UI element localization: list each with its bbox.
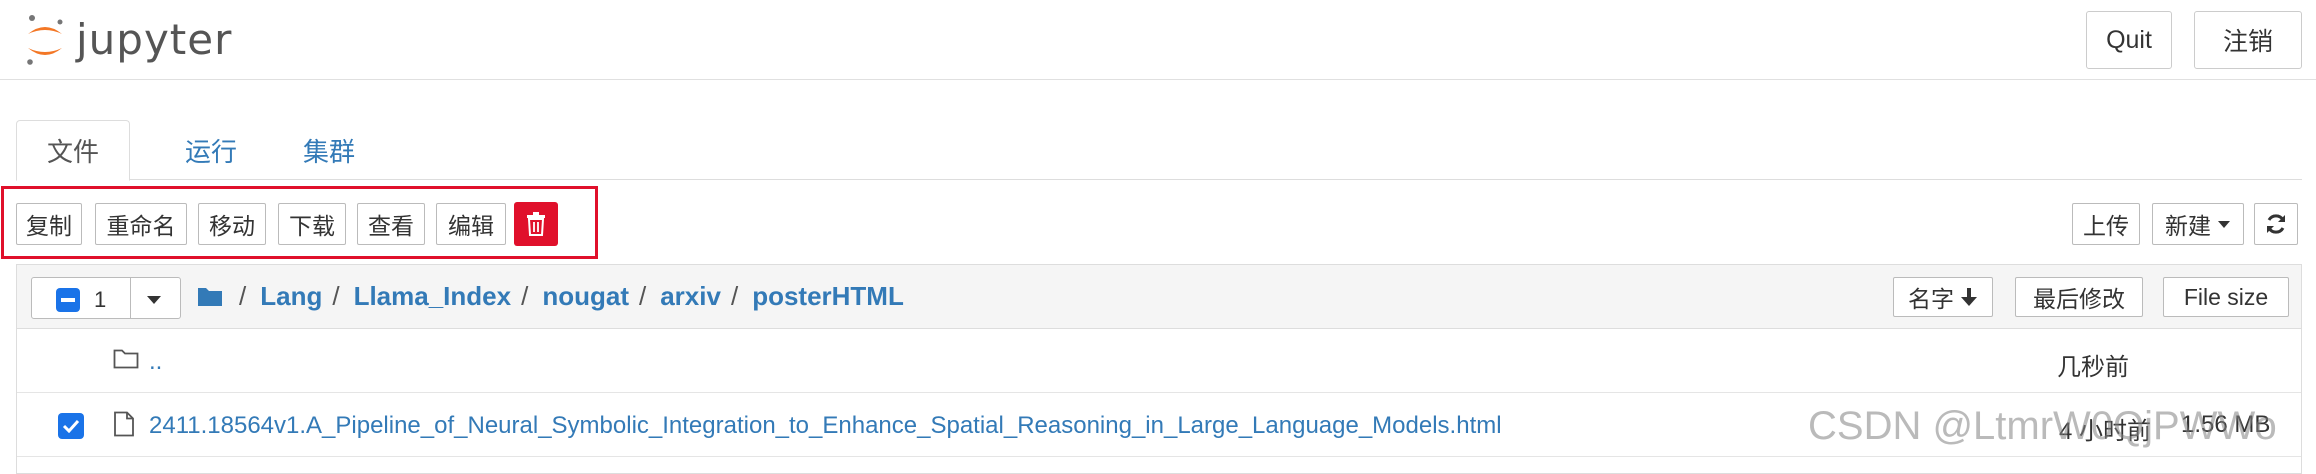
list-item[interactable]: 2411.18564v1.A_Pipeline_of_Neural_Symbol… [17,393,2301,457]
download-button[interactable]: 下载 [278,203,346,245]
rename-button[interactable]: 重命名 [95,203,187,245]
select-all-checkbox[interactable] [56,288,80,312]
edit-button[interactable]: 编辑 [436,203,506,245]
sort-by-name-button[interactable]: 名字 [1893,277,1993,317]
upload-button[interactable]: 上传 [2072,203,2140,245]
trash-icon [527,212,545,236]
sort-by-size-button[interactable]: File size [2163,277,2289,317]
tab-files[interactable]: 文件 [16,120,130,181]
breadcrumb-lang[interactable]: Lang [260,281,322,312]
breadcrumb-separator: / [638,280,647,311]
select-all-group[interactable]: 1 [31,277,181,319]
item-modified: 几秒前 [2057,354,2129,381]
file-icon [114,411,134,437]
tab-running[interactable]: 运行 [152,120,270,180]
folder-icon [113,349,139,369]
new-label: 新建 [2165,213,2211,239]
selected-count: 1 [94,287,107,312]
refresh-icon [2267,214,2285,234]
logo-text: jupyter [76,15,233,64]
row-checkbox[interactable] [58,413,84,439]
arrow-down-icon [1961,288,1977,306]
breadcrumb-nougat[interactable]: nougat [542,281,629,312]
caret-down-icon[interactable] [146,295,162,305]
folder-icon[interactable] [197,285,223,307]
breadcrumb-arxiv[interactable]: arxiv [660,281,721,312]
tab-clusters[interactable]: 集群 [270,120,388,180]
refresh-button[interactable] [2254,203,2298,245]
duplicate-button[interactable]: 复制 [16,203,82,245]
item-size: 1.56 MB [2181,411,2271,438]
jupyter-logo-icon [27,15,63,65]
sort-by-modified-button[interactable]: 最后修改 [2015,277,2143,317]
quit-button[interactable]: Quit [2086,11,2172,69]
breadcrumb-separator: / [730,280,739,311]
minus-icon [61,298,75,302]
breadcrumb-separator: / [521,280,529,311]
breadcrumb-llama-index[interactable]: Llama_Index [354,281,512,312]
top-header: jupyter Quit 注销 [0,0,2316,80]
jupyter-logo[interactable]: jupyter [22,10,232,70]
file-list-header: 1 / Lang / Llama_Index / nougat / arxiv … [17,265,2301,329]
breadcrumb-posterhtml[interactable]: posterHTML [752,281,904,312]
item-name-link[interactable]: .. [149,348,162,376]
logout-button[interactable]: 注销 [2194,11,2302,69]
item-modified: 4 小时前 [2059,418,2152,445]
sort-name-label: 名字 [1908,286,1954,312]
delete-button[interactable] [514,202,558,246]
new-dropdown-button[interactable]: 新建 [2152,203,2244,245]
tab-bar: 文件 运行 集群 [16,120,2302,181]
item-name-link[interactable]: 2411.18564v1.A_Pipeline_of_Neural_Symbol… [149,412,1502,440]
select-divider [130,278,131,318]
view-button[interactable]: 查看 [357,203,425,245]
list-item[interactable]: .. 几秒前 [17,329,2301,393]
caret-down-icon [2218,221,2230,228]
breadcrumb-separator: / [239,280,247,311]
move-button[interactable]: 移动 [198,203,266,245]
checkmark-icon [62,419,80,433]
breadcrumb: / Lang / Llama_Index / nougat / arxiv / … [197,275,904,317]
file-list: 1 / Lang / Llama_Index / nougat / arxiv … [16,264,2302,474]
breadcrumb-separator: / [332,280,340,311]
